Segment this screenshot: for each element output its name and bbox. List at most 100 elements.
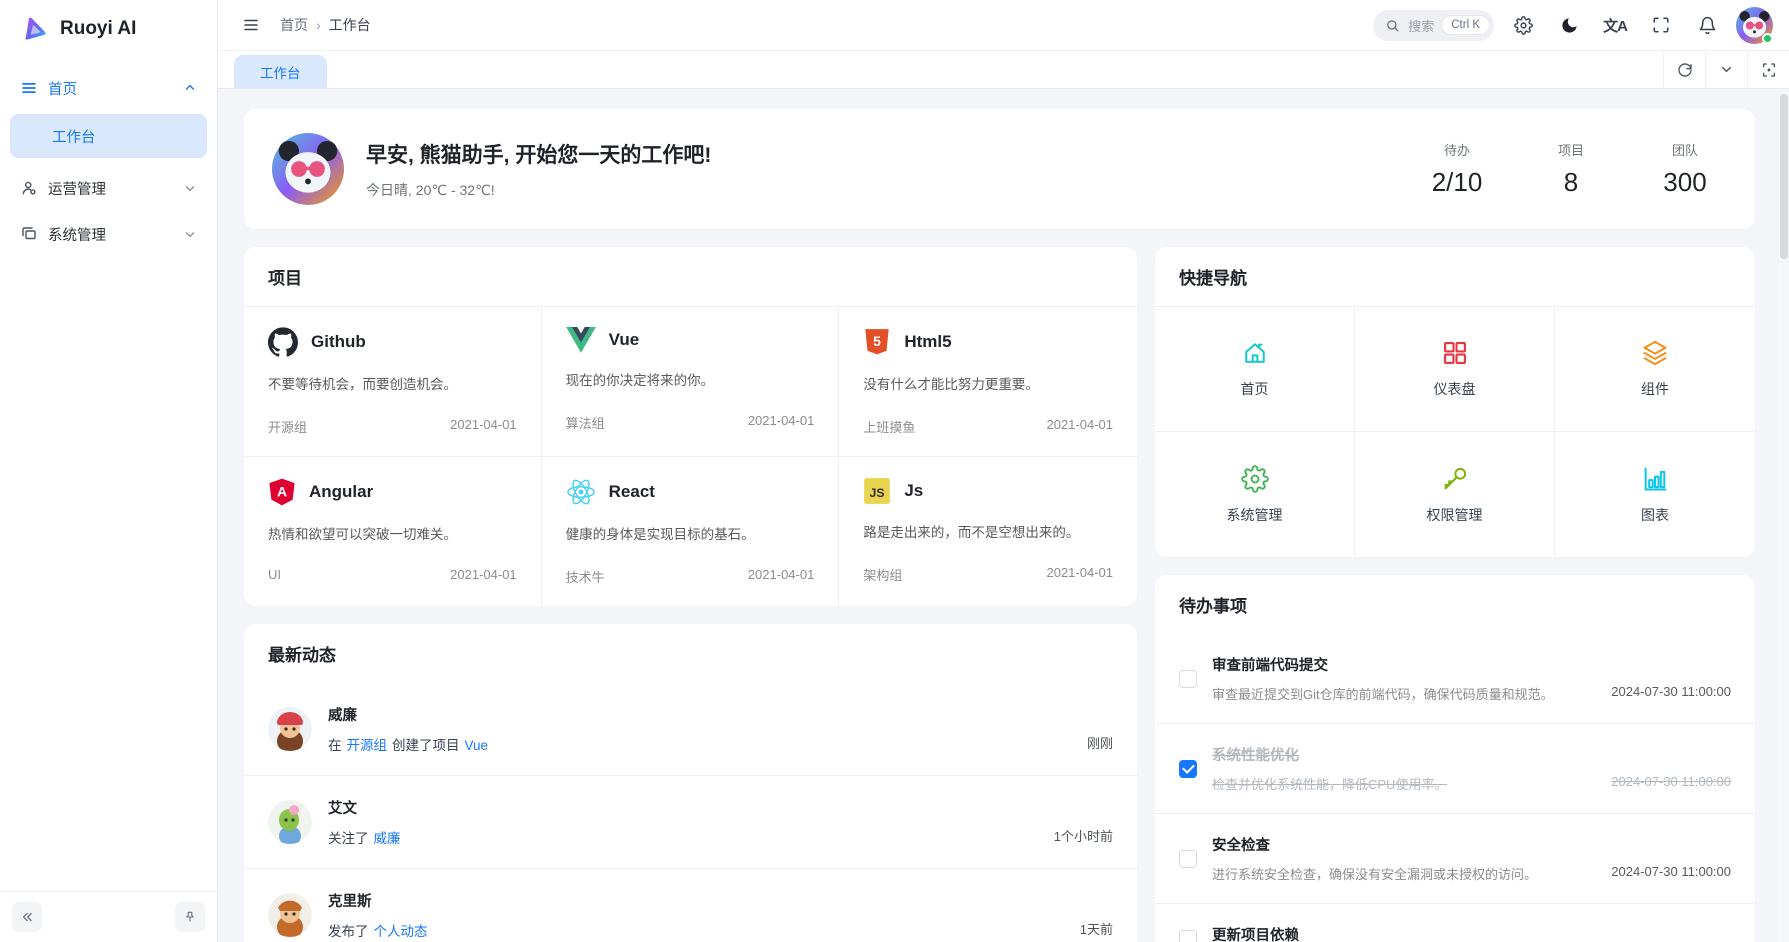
settings-gear-icon[interactable] [1506, 8, 1540, 42]
activity-link[interactable]: 威廉 [374, 827, 401, 847]
sidebar-item-home[interactable]: 首页 [10, 68, 207, 108]
chevron-down-icon[interactable] [1705, 51, 1747, 88]
refresh-icon[interactable] [1663, 51, 1705, 88]
avatar-chris [268, 893, 312, 937]
avatar-william [268, 707, 312, 751]
activity-user: 克里斯 [328, 890, 1064, 911]
project-card-html5[interactable]: 5 Html5 没有什么才能比努力更重要。 上班摸鱼 2021-04-01 [839, 307, 1137, 457]
svg-text:A: A [277, 484, 287, 500]
todo-checkbox[interactable] [1179, 930, 1197, 942]
header: 首页 › 工作台 搜索 Ctrl K 文A [218, 0, 1789, 50]
sidebar-item-operations[interactable]: 运营管理 [10, 168, 207, 208]
activity-user: 威廉 [328, 704, 1071, 725]
todo-checkbox[interactable] [1179, 670, 1197, 688]
todos-panel-title: 待办事项 [1155, 575, 1755, 634]
project-group: UI [268, 567, 281, 582]
pin-sidebar-button[interactable] [175, 902, 205, 932]
language-translate-icon[interactable]: 文A [1598, 8, 1632, 42]
vue-icon [566, 327, 596, 353]
list-icon [20, 79, 38, 97]
gear-icon [1241, 465, 1269, 493]
main-area: 首页 › 工作台 搜索 Ctrl K 文A [218, 0, 1789, 942]
project-group: 架构组 [863, 565, 902, 584]
activity-panel: 最新动态 [244, 624, 1137, 942]
activity-panel-title: 最新动态 [244, 624, 1137, 683]
activity-user: 艾文 [328, 797, 1038, 818]
user-avatar[interactable] [1736, 7, 1773, 44]
tab-workbench[interactable]: 工作台 [234, 55, 327, 88]
todo-item: 更新项目依赖 [1155, 903, 1755, 942]
activity-time: 1天前 [1080, 919, 1113, 940]
logo-icon [18, 13, 50, 45]
project-card-angular[interactable]: A Angular 热情和欲望可以突破一切难关。 UI 2021-04-01 [244, 457, 542, 606]
dashboard-grid-icon [1441, 339, 1469, 367]
project-date: 2021-04-01 [450, 567, 517, 582]
project-card-github[interactable]: Github 不要等待机会，而要创造机会。 开源组 2021-04-01 [244, 307, 542, 457]
workbench-content: 早安, 熊猫助手, 开始您一天的工作吧! 今日晴, 20℃ - 32℃! 待办 … [218, 89, 1789, 942]
todo-checkbox[interactable] [1179, 850, 1197, 868]
sidebar-item-label: 系统管理 [48, 224, 173, 245]
maximize-content-icon[interactable] [1747, 51, 1789, 88]
todo-item: 审查前端代码提交 审查最近提交到Git仓库的前端代码，确保代码质量和规范。 20… [1155, 634, 1755, 723]
welcome-subtitle: 今日晴, 20℃ - 32℃! [366, 180, 711, 200]
quicknav-dashboard[interactable]: 仪表盘 [1355, 307, 1555, 432]
activity-link[interactable]: Vue [465, 738, 489, 753]
quicknav-components[interactable]: 组件 [1555, 307, 1755, 432]
panda-avatar [272, 133, 344, 205]
quicknav-grid: 首页 仪表盘 [1155, 307, 1755, 557]
react-icon [566, 477, 596, 507]
quicknav-charts[interactable]: 图表 [1555, 432, 1755, 557]
activity-time: 1个小时前 [1054, 826, 1113, 847]
dark-mode-moon-icon[interactable] [1552, 8, 1586, 42]
project-card-react[interactable]: React 健康的身体是实现目标的基石。 技术牛 2021-04-01 [542, 457, 840, 606]
breadcrumb-home[interactable]: 首页 [280, 15, 308, 35]
activity-item: 克里斯 发布了 个人动态 1天前 [244, 868, 1137, 942]
todo-checkbox[interactable] [1179, 760, 1197, 778]
activity-link[interactable]: 开源组 [347, 734, 388, 754]
search-shortcut-badge: Ctrl K [1442, 16, 1489, 34]
sidebar-item-system[interactable]: 系统管理 [10, 214, 207, 254]
sidebar-item-label: 工作台 [52, 126, 96, 147]
breadcrumb-separator: › [316, 17, 321, 33]
sidebar-item-label: 运营管理 [48, 178, 173, 199]
app-logo[interactable]: Ruoyi AI [0, 0, 217, 58]
sidebar-footer [0, 891, 217, 942]
welcome-title: 早安, 熊猫助手, 开始您一天的工作吧! [366, 139, 711, 169]
sidebar: Ruoyi AI 首页 工作台 运营管理 [0, 0, 218, 942]
search-placeholder: 搜索 [1408, 16, 1434, 35]
breadcrumb: 首页 › 工作台 [280, 15, 371, 35]
monitor-icon [20, 225, 38, 243]
quicknav-panel-title: 快捷导航 [1155, 247, 1755, 307]
activity-time: 刚刚 [1087, 733, 1113, 754]
notifications-bell-icon[interactable] [1690, 8, 1724, 42]
stat-projects: 项目 8 [1543, 140, 1599, 198]
project-card-js[interactable]: JS Js 路是走出来的，而不是空想出来的。 架构组 2021-04-01 [839, 457, 1137, 606]
fullscreen-icon[interactable] [1644, 8, 1678, 42]
collapse-sidebar-button[interactable] [12, 902, 42, 932]
activity-item: 威廉 在 开源组 创建了项目 Vue 刚刚 [244, 683, 1137, 775]
layers-icon [1641, 339, 1669, 367]
html5-icon: 5 [863, 327, 891, 357]
tab-bar: 工作台 [218, 50, 1789, 89]
welcome-stats: 待办 2/10 项目 8 团队 300 [1429, 140, 1727, 198]
scrollbar-thumb[interactable] [1780, 94, 1788, 259]
activity-link[interactable]: 个人动态 [374, 920, 428, 940]
quicknav-system[interactable]: 系统管理 [1155, 432, 1355, 557]
sidebar-item-label: 首页 [48, 78, 173, 99]
quicknav-permissions[interactable]: 权限管理 [1355, 432, 1555, 557]
user-gear-icon [20, 179, 38, 197]
online-status-dot [1762, 33, 1773, 44]
hamburger-menu-icon[interactable] [234, 8, 268, 42]
key-icon [1441, 465, 1469, 493]
search-input[interactable]: 搜索 Ctrl K [1373, 10, 1494, 41]
sidebar-item-workbench[interactable]: 工作台 [10, 114, 207, 158]
project-date: 2021-04-01 [1046, 565, 1113, 584]
stat-todo: 待办 2/10 [1429, 140, 1485, 198]
github-icon [268, 327, 298, 357]
svg-text:JS: JS [870, 486, 885, 500]
quicknav-home[interactable]: 首页 [1155, 307, 1355, 432]
todo-item: 安全检查 进行系统安全检查，确保没有安全漏洞或未授权的访问。 2024-07-3… [1155, 813, 1755, 903]
page-scrollbar[interactable] [1779, 90, 1789, 942]
project-date: 2021-04-01 [748, 413, 815, 432]
project-card-vue[interactable]: Vue 现在的你决定将来的你。 算法组 2021-04-01 [542, 307, 840, 457]
